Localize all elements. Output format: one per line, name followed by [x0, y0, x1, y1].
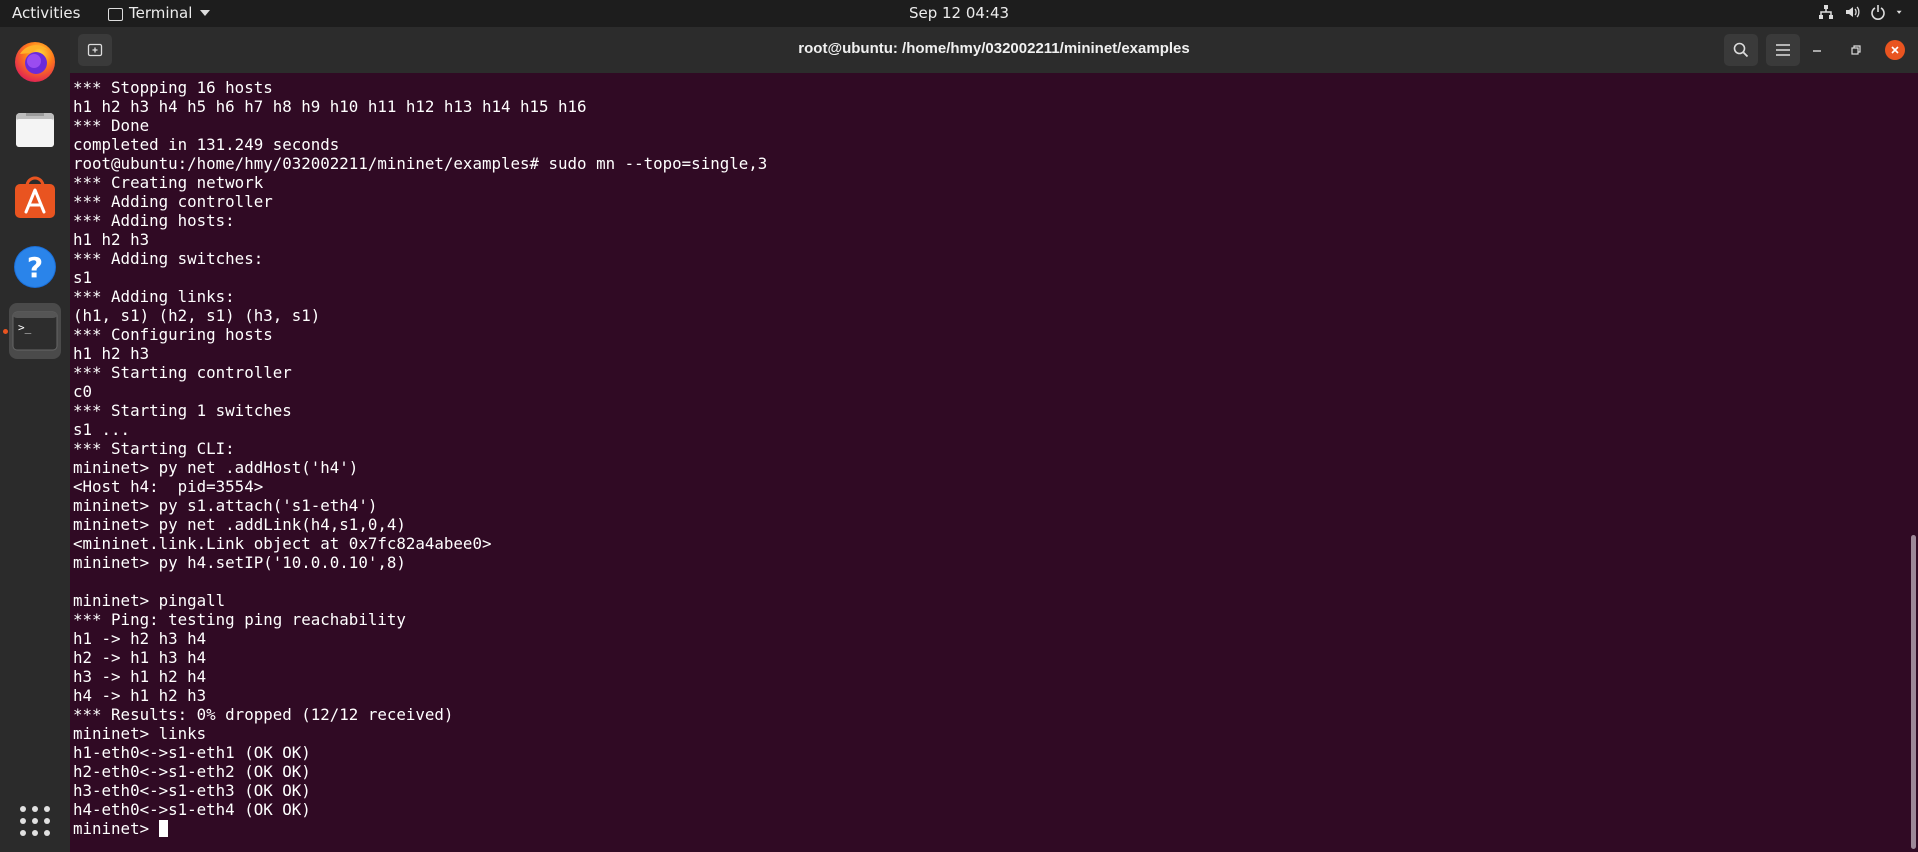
- close-icon: [1891, 46, 1899, 54]
- app-store-icon: [15, 176, 55, 218]
- dock-show-apps[interactable]: [9, 795, 61, 847]
- restore-icon: [1851, 45, 1861, 55]
- title-bar[interactable]: root@ubuntu: /home/hmy/032002211/mininet…: [70, 27, 1918, 73]
- svg-text:>_: >_: [18, 321, 32, 334]
- close-button[interactable]: [1885, 40, 1905, 60]
- terminal-line: *** Configuring hosts: [73, 325, 273, 344]
- show-apps-icon: [20, 806, 50, 836]
- maximize-button[interactable]: [1846, 40, 1866, 60]
- terminal-icon: >_: [12, 311, 58, 351]
- dropdown-arrow-icon: [200, 10, 211, 16]
- terminal-line: *** Adding controller: [73, 192, 273, 211]
- scrollbar[interactable]: [1911, 535, 1916, 849]
- terminal-line: s1 ...: [73, 420, 131, 439]
- search-icon: [1733, 42, 1749, 58]
- dock-help[interactable]: ?: [9, 241, 61, 293]
- firefox-icon: [15, 42, 55, 82]
- dock-software[interactable]: [9, 172, 61, 224]
- terminal-line: *** Stopping 16 hosts: [73, 78, 273, 97]
- terminal-line: *** Starting CLI:: [73, 439, 235, 458]
- terminal-line: *** Ping: testing ping reachability: [73, 610, 406, 629]
- terminal-line: *** Starting 1 switches: [73, 401, 292, 420]
- terminal-line: (h1, s1) (h2, s1) (h3, s1): [73, 306, 321, 325]
- minimize-icon: [1813, 50, 1821, 52]
- terminal-line: <Host h4: pid=3554>: [73, 477, 264, 496]
- terminal-line: mininet> py s1.attach('s1-eth4'): [73, 496, 378, 515]
- app-menu-label: Terminal: [129, 4, 193, 22]
- terminal-line: h4-eth0<->s1-eth4 (OK OK): [73, 800, 311, 819]
- terminal-prompt-line[interactable]: mininet>: [73, 819, 767, 838]
- terminal-line: h4 -> h1 h2 h3: [73, 686, 207, 705]
- new-tab-button[interactable]: [78, 34, 112, 66]
- terminal-line: *** Adding hosts:: [73, 211, 235, 230]
- terminal-line: mininet> py h4.setIP('10.0.0.10',8): [73, 553, 406, 572]
- terminal-line: h1 h2 h3 h4 h5 h6 h7 h8 h9 h10 h11 h12 h…: [73, 97, 587, 116]
- terminal-small-icon: [108, 7, 123, 21]
- terminal-line: mininet> py net .addLink(h4,s1,0,4): [73, 515, 406, 534]
- files-icon: [16, 113, 54, 147]
- power-icon: [1871, 5, 1885, 20]
- terminal-output[interactable]: *** Stopping 16 hosts h1 h2 h3 h4 h5 h6 h…: [70, 73, 1918, 852]
- terminal-line: completed in 131.249 seconds: [73, 135, 340, 154]
- terminal-line: mininet> links: [73, 724, 207, 743]
- system-tray[interactable]: [1818, 4, 1906, 20]
- terminal-line: *** Adding switches:: [73, 249, 264, 268]
- terminal-line: c0: [73, 382, 93, 401]
- help-icon: ?: [14, 246, 56, 288]
- terminal-line: *** Creating network: [73, 173, 264, 192]
- svg-text:?: ?: [27, 251, 43, 284]
- terminal-line: h1-eth0<->s1-eth1 (OK OK): [73, 743, 311, 762]
- tray-menu-arrow-icon: [1896, 10, 1902, 14]
- terminal-line: h2-eth0<->s1-eth2 (OK OK): [73, 762, 311, 781]
- terminal-prompt: mininet>: [73, 819, 159, 838]
- hamburger-menu-button[interactable]: [1766, 34, 1800, 66]
- terminal-line: mininet> py net .addHost('h4'): [73, 458, 359, 477]
- dock-files[interactable]: [9, 104, 61, 156]
- minimize-button[interactable]: [1807, 40, 1827, 60]
- new-tab-icon: [87, 43, 103, 57]
- network-icon: [1819, 5, 1833, 19]
- terminal-text[interactable]: *** Stopping 16 hosts h1 h2 h3 h4 h5 h6 h…: [73, 78, 767, 838]
- terminal-line: h1 h2 h3: [73, 230, 150, 249]
- menu-icon: [1776, 44, 1790, 56]
- dock: ? >_: [0, 27, 70, 852]
- terminal-line: h1 -> h2 h3 h4: [73, 629, 207, 648]
- terminal-window: root@ubuntu: /home/hmy/032002211/mininet…: [70, 27, 1918, 852]
- window-title: root@ubuntu: /home/hmy/032002211/mininet…: [798, 40, 1190, 57]
- terminal-line: root@ubuntu:/home/hmy/032002211/mininet/…: [73, 154, 768, 173]
- app-menu[interactable]: Terminal: [108, 4, 211, 22]
- dock-firefox[interactable]: [9, 35, 61, 87]
- terminal-line: *** Results: 0% dropped (12/12 received): [73, 705, 454, 724]
- clock[interactable]: Sep 12 04:43: [0, 4, 1918, 22]
- text-cursor: [158, 820, 168, 837]
- terminal-line: s1: [73, 268, 93, 287]
- terminal-line: h1 h2 h3: [73, 344, 150, 363]
- terminal-line: <mininet.link.Link object at 0x7fc82a4ab…: [73, 534, 492, 553]
- terminal-line: *** Done: [73, 116, 150, 135]
- activities-button[interactable]: Activities: [12, 4, 80, 22]
- terminal-line: h3-eth0<->s1-eth3 (OK OK): [73, 781, 311, 800]
- running-indicator: [3, 329, 8, 334]
- terminal-line: h3 -> h1 h2 h4: [73, 667, 207, 686]
- terminal-line: *** Adding links:: [73, 287, 235, 306]
- search-button[interactable]: [1724, 34, 1758, 66]
- volume-icon: [1846, 6, 1860, 18]
- terminal-line: mininet> pingall: [73, 591, 226, 610]
- top-bar: Activities Terminal Sep 12 04:43: [0, 0, 1918, 27]
- terminal-line: *** Starting controller: [73, 363, 292, 382]
- terminal-line: h2 -> h1 h3 h4: [73, 648, 207, 667]
- dock-terminal[interactable]: >_: [9, 303, 61, 359]
